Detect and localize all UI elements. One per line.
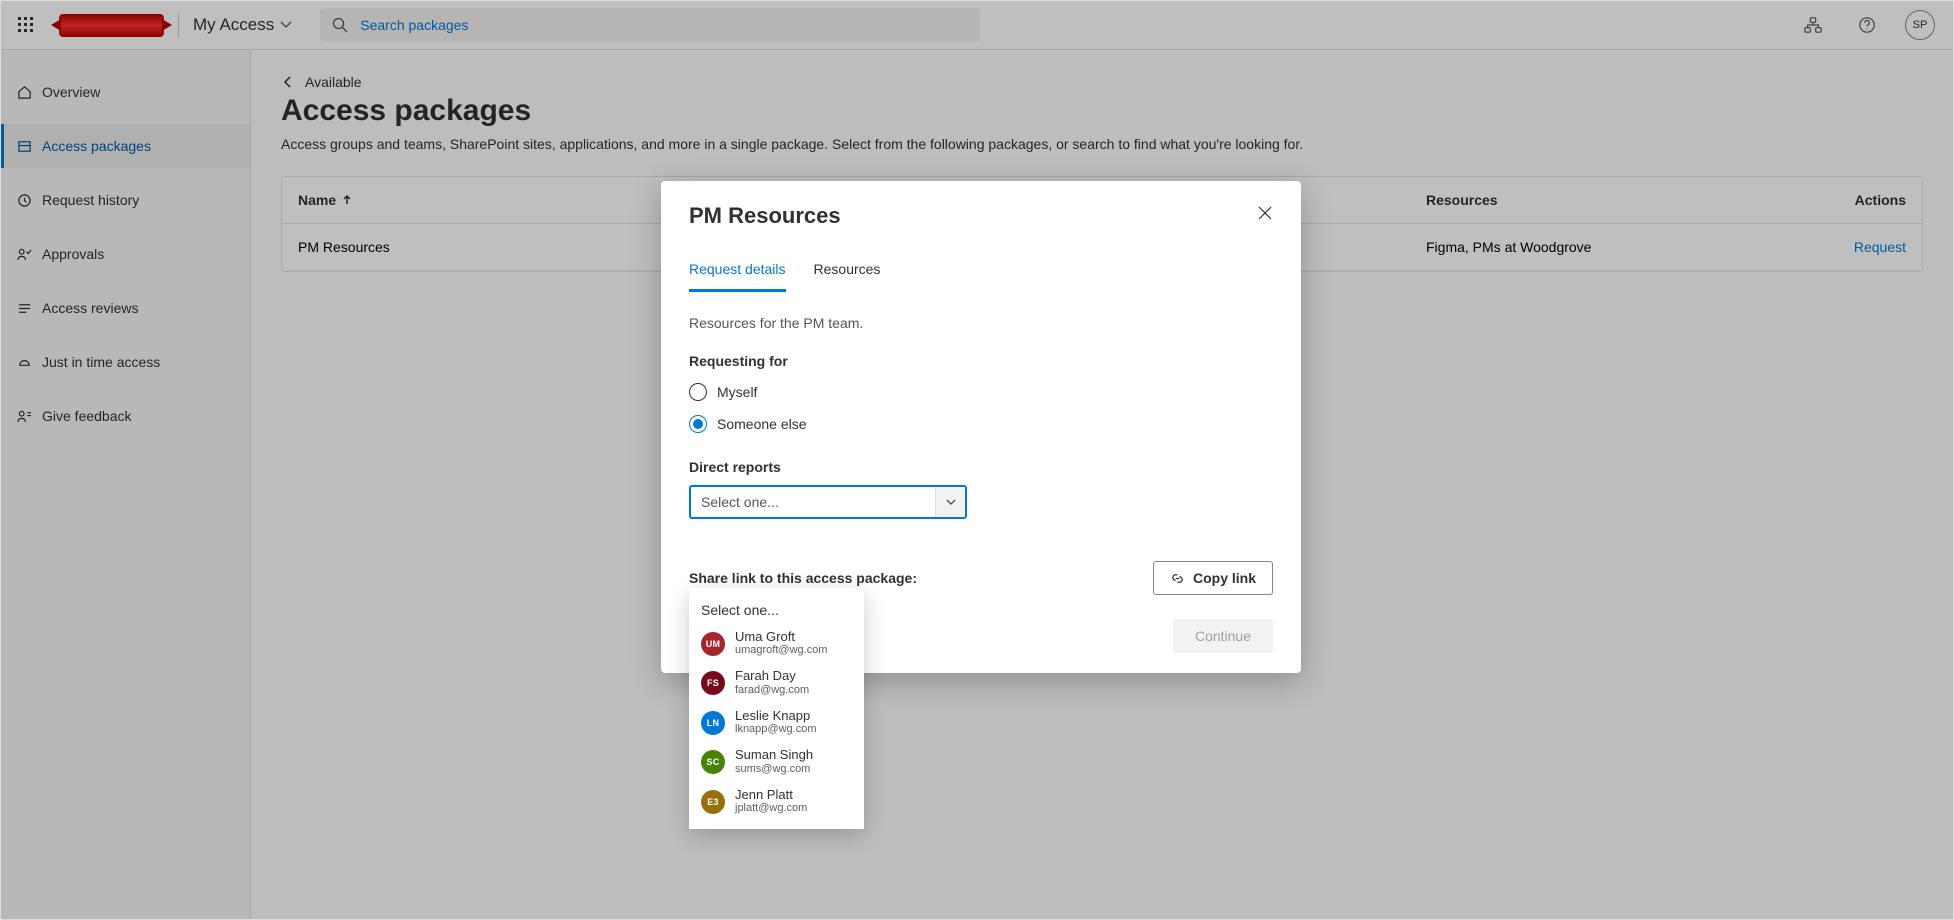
direct-reports-label: Direct reports — [689, 459, 1273, 475]
dropdown-person-option[interactable]: E3 Jenn Plattjplatt@wg.com — [689, 782, 864, 821]
radio-myself[interactable]: Myself — [689, 383, 1273, 401]
person-name: Farah Day — [735, 669, 809, 683]
dropdown-person-option[interactable]: FS Farah Dayfarad@wg.com — [689, 663, 864, 702]
person-name: Suman Singh — [735, 748, 813, 762]
close-icon — [1258, 206, 1272, 220]
person-name: Leslie Knapp — [735, 709, 816, 723]
continue-button[interactable]: Continue — [1173, 619, 1273, 653]
share-label: Share link to this access package: — [689, 570, 917, 586]
dialog-description: Resources for the PM team. — [689, 315, 1273, 331]
requesting-for-group: Myself Someone else — [689, 383, 1273, 433]
dropdown-person-option[interactable]: LN Leslie Knapplknapp@wg.com — [689, 703, 864, 742]
person-email: jplatt@wg.com — [735, 802, 807, 815]
link-icon — [1170, 571, 1185, 586]
direct-reports-select[interactable]: Select one... — [689, 485, 967, 519]
person-avatar: UM — [701, 632, 725, 656]
person-email: umagroft@wg.com — [735, 644, 827, 657]
requesting-for-label: Requesting for — [689, 353, 1273, 369]
dialog-title: PM Resources — [689, 203, 1273, 229]
tab-resources[interactable]: Resources — [814, 251, 881, 292]
person-email: lknapp@wg.com — [735, 723, 816, 736]
person-avatar: E3 — [701, 790, 725, 814]
person-avatar: SC — [701, 750, 725, 774]
copy-link-button[interactable]: Copy link — [1153, 561, 1273, 595]
radio-someone-else[interactable]: Someone else — [689, 415, 1273, 433]
dropdown-placeholder-option[interactable]: Select one... — [689, 596, 864, 624]
select-placeholder: Select one... — [701, 494, 779, 510]
person-email: farad@wg.com — [735, 684, 809, 697]
person-avatar: FS — [701, 671, 725, 695]
person-name: Uma Groft — [735, 630, 827, 644]
person-avatar: LN — [701, 711, 725, 735]
tab-request-details[interactable]: Request details — [689, 251, 786, 292]
dialog-tabs: Request details Resources — [689, 251, 1273, 293]
person-name: Jenn Platt — [735, 788, 807, 802]
direct-reports-dropdown: Select one... UM Uma Groftumagroft@wg.com… — [689, 588, 864, 829]
dropdown-person-option[interactable]: UM Uma Groftumagroft@wg.com — [689, 624, 864, 663]
dropdown-person-option[interactable]: SC Suman Singhsums@wg.com — [689, 742, 864, 781]
radio-checked-icon — [689, 415, 707, 433]
chevron-down-icon — [935, 487, 965, 517]
person-email: sums@wg.com — [735, 763, 813, 776]
close-button[interactable] — [1251, 199, 1279, 227]
radio-unchecked-icon — [689, 383, 707, 401]
